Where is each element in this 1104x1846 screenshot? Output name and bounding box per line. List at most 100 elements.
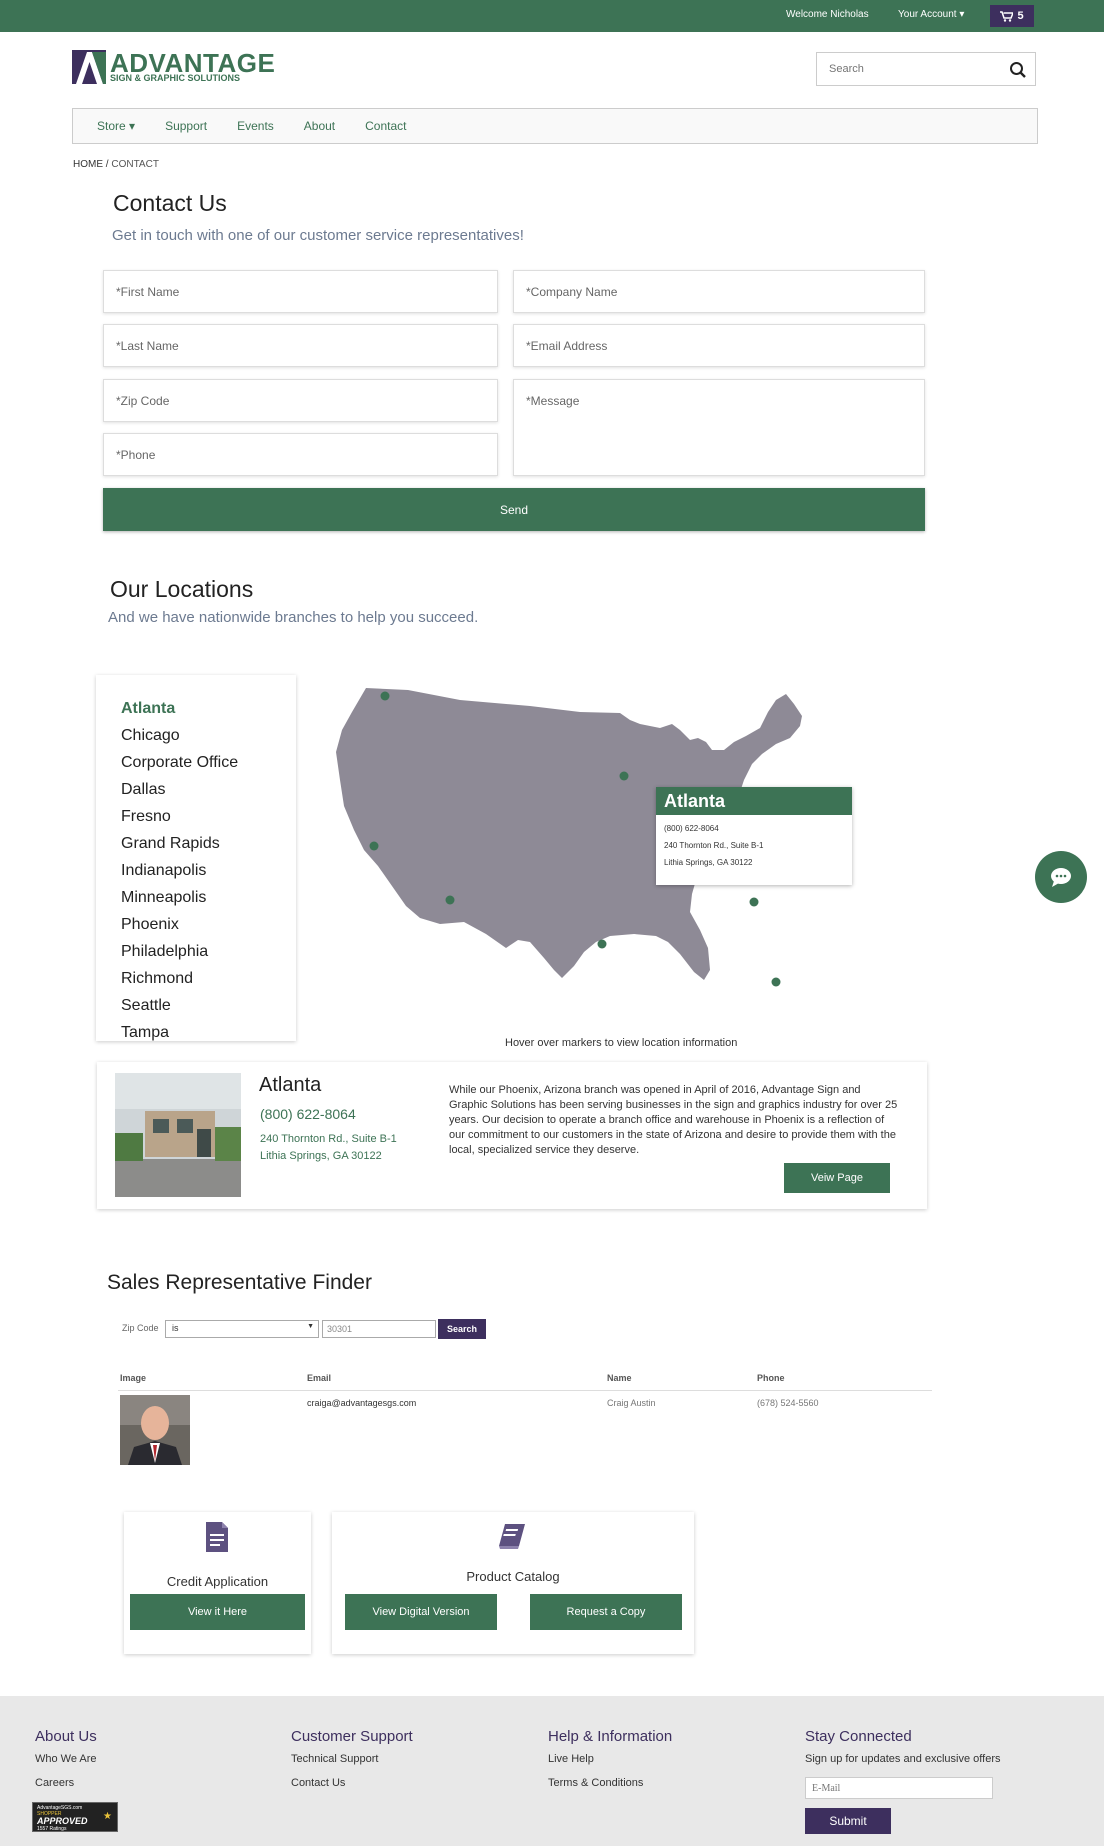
tooltip-name: Atlanta xyxy=(656,787,852,815)
request-copy-button[interactable]: Request a Copy xyxy=(530,1594,682,1630)
location-item-grand-rapids[interactable]: Grand Rapids xyxy=(121,830,296,857)
footer-connect-title: Stay Connected xyxy=(805,1728,912,1745)
nav-store[interactable]: Store ▾ xyxy=(97,119,135,133)
footer-link-who-we-are[interactable]: Who We Are xyxy=(35,1753,97,1765)
rep-email[interactable]: craiga@advantagesgs.com xyxy=(307,1398,416,1408)
breadcrumb: HOME / CONTACT xyxy=(73,159,159,170)
footer-link-live-help[interactable]: Live Help xyxy=(548,1753,594,1765)
footer-support-title: Customer Support xyxy=(291,1728,413,1745)
tooltip-address-1: 240 Thornton Rd., Suite B-1 xyxy=(664,841,764,850)
location-address-2: Lithia Springs, GA 30122 xyxy=(260,1150,382,1162)
send-button[interactable]: Send xyxy=(103,488,925,531)
map-caption: Hover over markers to view location info… xyxy=(505,1037,738,1049)
main-nav: Store ▾ Support Events About Contact xyxy=(72,108,1038,144)
map-marker-phoenix[interactable] xyxy=(445,895,455,905)
breadcrumb-home[interactable]: HOME xyxy=(73,159,103,170)
location-item-indianapolis[interactable]: Indianapolis xyxy=(121,857,296,884)
map-marker-minneapolis[interactable] xyxy=(619,771,629,781)
phone-field[interactable]: *Phone xyxy=(103,433,498,476)
product-catalog-card: Product Catalog View Digital Version Req… xyxy=(332,1512,694,1654)
nav-contact[interactable]: Contact xyxy=(365,119,406,133)
tooltip-phone: (800) 622-8064 xyxy=(664,824,719,833)
contact-subtitle: Get in touch with one of our customer se… xyxy=(112,227,524,244)
location-item-fresno[interactable]: Fresno xyxy=(121,803,296,830)
first-name-field[interactable]: *First Name xyxy=(103,270,498,313)
your-account-menu[interactable]: Your Account ▾ xyxy=(898,9,964,20)
search-icon[interactable] xyxy=(1009,61,1027,79)
caret-down-icon: ▾ xyxy=(129,119,136,133)
location-item-philadelphia[interactable]: Philadelphia xyxy=(121,938,296,965)
finder-title: Sales Representative Finder xyxy=(107,1271,372,1294)
zip-code-label: Zip Code xyxy=(122,1323,159,1333)
location-item-phoenix[interactable]: Phoenix xyxy=(121,911,296,938)
footer-link-technical-support[interactable]: Technical Support xyxy=(291,1753,378,1765)
location-item-seattle[interactable]: Seattle xyxy=(121,992,296,1019)
chevron-down-icon: ▼ xyxy=(307,1323,314,1330)
book-icon xyxy=(499,1524,525,1549)
message-field[interactable]: *Message xyxy=(513,379,925,476)
zip-code-field[interactable]: *Zip Code xyxy=(103,379,498,422)
zip-code-input[interactable] xyxy=(322,1320,436,1338)
map-tooltip: Atlanta (800) 622-8064 240 Thornton Rd.,… xyxy=(656,787,852,885)
search-input[interactable] xyxy=(817,53,997,85)
company-name-field[interactable]: *Company Name xyxy=(513,270,925,313)
map-marker-dallas[interactable] xyxy=(597,939,607,949)
cart-count: 5 xyxy=(1017,10,1024,22)
last-name-field[interactable]: *Last Name xyxy=(103,324,498,367)
rep-name: Craig Austin xyxy=(607,1398,656,1408)
top-bar: Welcome Nicholas Your Account ▾ 5 xyxy=(0,0,1104,32)
map-marker-tampa[interactable] xyxy=(771,977,781,987)
locations-subtitle: And we have nationwide branches to help … xyxy=(108,609,479,626)
map-marker-fresno[interactable] xyxy=(369,841,379,851)
column-phone: Phone xyxy=(757,1373,785,1383)
chat-button[interactable] xyxy=(1035,851,1087,903)
credit-application-label: Credit Application xyxy=(166,1574,269,1589)
credit-application-card: Credit Application View it Here xyxy=(124,1512,311,1654)
newsletter-submit-button[interactable]: Submit xyxy=(805,1808,891,1834)
footer-signup-text: Sign up for updates and exclusive offers xyxy=(805,1753,1001,1765)
logo-tagline: SIGN & GRAPHIC SOLUTIONS xyxy=(110,73,241,83)
location-item-corporate-office[interactable]: Corporate Office xyxy=(121,749,296,776)
footer-link-contact-us[interactable]: Contact Us xyxy=(291,1777,345,1789)
search-field[interactable] xyxy=(816,52,1036,86)
breadcrumb-current: CONTACT xyxy=(111,159,159,170)
chat-icon xyxy=(1051,868,1071,887)
column-name: Name xyxy=(607,1373,632,1383)
logo-icon[interactable] xyxy=(72,50,106,84)
star-icon: ★ xyxy=(103,1811,112,1822)
cart-button[interactable]: 5 xyxy=(990,5,1034,27)
location-detail-card: Atlanta (800) 622-8064 240 Thornton Rd.,… xyxy=(97,1062,927,1209)
zip-operator-select[interactable]: is ▼ xyxy=(165,1320,319,1338)
column-email: Email xyxy=(307,1373,332,1383)
shopper-approved-badge[interactable]: AdvantageSGS.com SHOPPER APPROVED 1557 R… xyxy=(32,1802,118,1832)
footer xyxy=(0,1696,1104,1846)
locations-title: Our Locations xyxy=(110,576,254,602)
location-item-richmond[interactable]: Richmond xyxy=(121,965,296,992)
nav-events[interactable]: Events xyxy=(237,119,274,133)
location-item-chicago[interactable]: Chicago xyxy=(121,722,296,749)
footer-link-careers[interactable]: Careers xyxy=(35,1777,74,1789)
email-field[interactable]: *Email Address xyxy=(513,324,925,367)
location-photo xyxy=(115,1073,241,1197)
finder-search-button[interactable]: Search xyxy=(438,1319,486,1339)
welcome-text: Welcome Nicholas xyxy=(786,9,869,20)
document-icon xyxy=(206,1522,228,1552)
location-item-dallas[interactable]: Dallas xyxy=(121,776,296,803)
footer-link-terms[interactable]: Terms & Conditions xyxy=(548,1777,643,1789)
cart-icon xyxy=(1000,10,1014,22)
location-phone[interactable]: (800) 622-8064 xyxy=(260,1106,356,1122)
location-item-atlanta[interactable]: Atlanta xyxy=(121,695,296,722)
map-marker-seattle[interactable] xyxy=(380,691,390,701)
nav-about[interactable]: About xyxy=(304,119,335,133)
view-page-button[interactable]: Veiw Page xyxy=(784,1163,890,1193)
caret-down-icon: ▾ xyxy=(959,9,965,20)
view-it-here-button[interactable]: View it Here xyxy=(130,1594,305,1630)
rep-photo xyxy=(120,1395,190,1465)
nav-support[interactable]: Support xyxy=(165,119,207,133)
location-item-minneapolis[interactable]: Minneapolis xyxy=(121,884,296,911)
view-digital-version-button[interactable]: View Digital Version xyxy=(345,1594,497,1630)
newsletter-email-input[interactable] xyxy=(805,1777,993,1799)
location-list: Atlanta Chicago Corporate Office Dallas … xyxy=(96,675,296,1041)
location-item-tampa[interactable]: Tampa xyxy=(121,1019,296,1046)
map-marker-atlanta[interactable] xyxy=(749,897,759,907)
